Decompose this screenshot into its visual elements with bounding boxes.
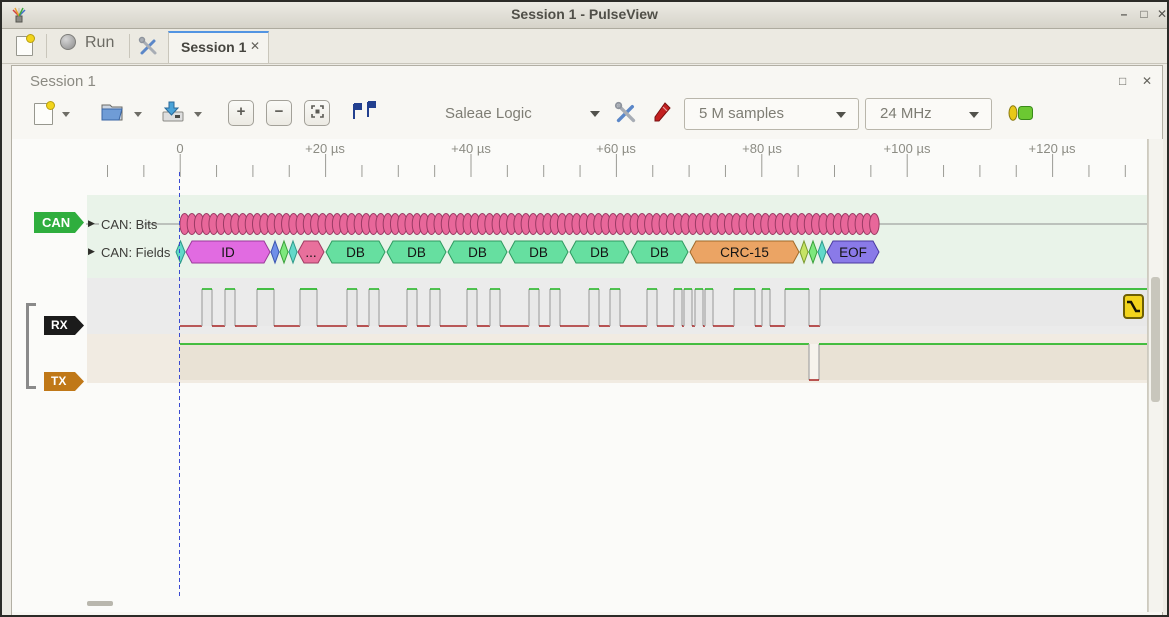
zoom-to-markers-button[interactable] bbox=[350, 100, 378, 122]
trigger-marker[interactable] bbox=[1123, 294, 1144, 319]
expand-bits-row-icon[interactable]: ▶ bbox=[88, 218, 95, 229]
ruler-time-label: +80 µs bbox=[742, 141, 782, 156]
tab-session-1[interactable]: Session 1 ✕ bbox=[168, 31, 269, 63]
signal-group-bracket bbox=[26, 303, 36, 389]
tab-label: Session 1 bbox=[181, 39, 246, 55]
rx-row-background bbox=[87, 278, 1147, 334]
zoom-in-button[interactable]: + bbox=[228, 100, 254, 126]
sample-count-value: 5 M samples bbox=[699, 105, 784, 122]
open-file-dropdown-arrow[interactable] bbox=[134, 112, 142, 117]
maximize-button[interactable]: □ bbox=[1135, 5, 1153, 23]
vertical-scrollbar[interactable] bbox=[1148, 139, 1163, 612]
add-decoder-button[interactable] bbox=[1008, 105, 1035, 121]
horizontal-scrollbar-thumb[interactable] bbox=[87, 601, 113, 606]
new-badge-icon bbox=[46, 101, 55, 110]
ruler-time-label: +60 µs bbox=[596, 141, 636, 156]
vertical-scrollbar-thumb[interactable] bbox=[1151, 277, 1160, 402]
save-button[interactable] bbox=[160, 100, 186, 124]
minimize-button[interactable]: – bbox=[1115, 5, 1133, 23]
new-badge-icon bbox=[26, 34, 35, 43]
new-file-dropdown-arrow[interactable] bbox=[62, 112, 70, 117]
device-dropdown-arrow[interactable] bbox=[590, 111, 600, 117]
tx-row-background bbox=[87, 334, 1147, 383]
session-title: Session 1 bbox=[30, 73, 96, 90]
can-fields-row-label: CAN: Fields bbox=[101, 245, 170, 260]
close-session-icon[interactable]: ✕ bbox=[1142, 74, 1152, 88]
run-state-icon bbox=[60, 34, 76, 50]
save-dropdown-arrow[interactable] bbox=[194, 112, 202, 117]
ruler-time-label: +120 µs bbox=[1029, 141, 1076, 156]
window-title: Session 1 - PulseView bbox=[2, 6, 1167, 22]
ruler-time-label: +100 µs bbox=[884, 141, 931, 156]
sample-rate-select[interactable]: 24 MHz bbox=[865, 98, 992, 130]
toolbar-separator bbox=[46, 34, 47, 58]
falling-edge-icon bbox=[1125, 296, 1142, 317]
ruler-time-label: 0 bbox=[176, 141, 183, 156]
can-decoder-tag[interactable]: CAN bbox=[34, 212, 84, 233]
expand-fields-row-icon[interactable]: ▶ bbox=[88, 246, 95, 257]
ruler-time-label: +20 µs bbox=[305, 141, 345, 156]
chevron-down-icon bbox=[969, 112, 979, 118]
zoom-fit-icon bbox=[311, 105, 324, 118]
device-select[interactable]: Saleae Logic bbox=[445, 105, 532, 122]
can-bits-row-label: CAN: Bits bbox=[101, 217, 157, 232]
close-button[interactable]: ✕ bbox=[1153, 5, 1169, 23]
main-toolbar: Run Session 1 ✕ bbox=[2, 29, 1167, 64]
new-session-button[interactable] bbox=[16, 36, 33, 56]
chevron-down-icon bbox=[836, 112, 846, 118]
pulseview-window: Session 1 - PulseView – □ ✕ Run Session … bbox=[0, 0, 1169, 617]
float-window-icon[interactable]: □ bbox=[1119, 74, 1126, 88]
sample-rate-value: 24 MHz bbox=[880, 105, 932, 122]
device-config-button[interactable] bbox=[614, 101, 638, 125]
session-toolbar: + − Saleae Logic bbox=[12, 96, 1162, 140]
zoom-out-button[interactable]: − bbox=[266, 100, 292, 126]
decoder-rows-background bbox=[87, 195, 1147, 278]
toolbar-separator bbox=[129, 34, 130, 58]
new-file-button[interactable] bbox=[34, 103, 53, 125]
ruler-time-label: +40 µs bbox=[451, 141, 491, 156]
settings-button[interactable] bbox=[138, 36, 159, 57]
run-button[interactable]: Run bbox=[60, 34, 114, 52]
title-bar: Session 1 - PulseView – □ ✕ bbox=[2, 2, 1167, 29]
open-file-button[interactable] bbox=[100, 100, 124, 122]
zoom-fit-button[interactable] bbox=[304, 100, 330, 126]
run-label: Run bbox=[85, 34, 114, 51]
tab-close-icon[interactable]: ✕ bbox=[250, 39, 260, 53]
probe-config-button[interactable] bbox=[650, 101, 674, 125]
sample-count-select[interactable]: 5 M samples bbox=[684, 98, 859, 130]
